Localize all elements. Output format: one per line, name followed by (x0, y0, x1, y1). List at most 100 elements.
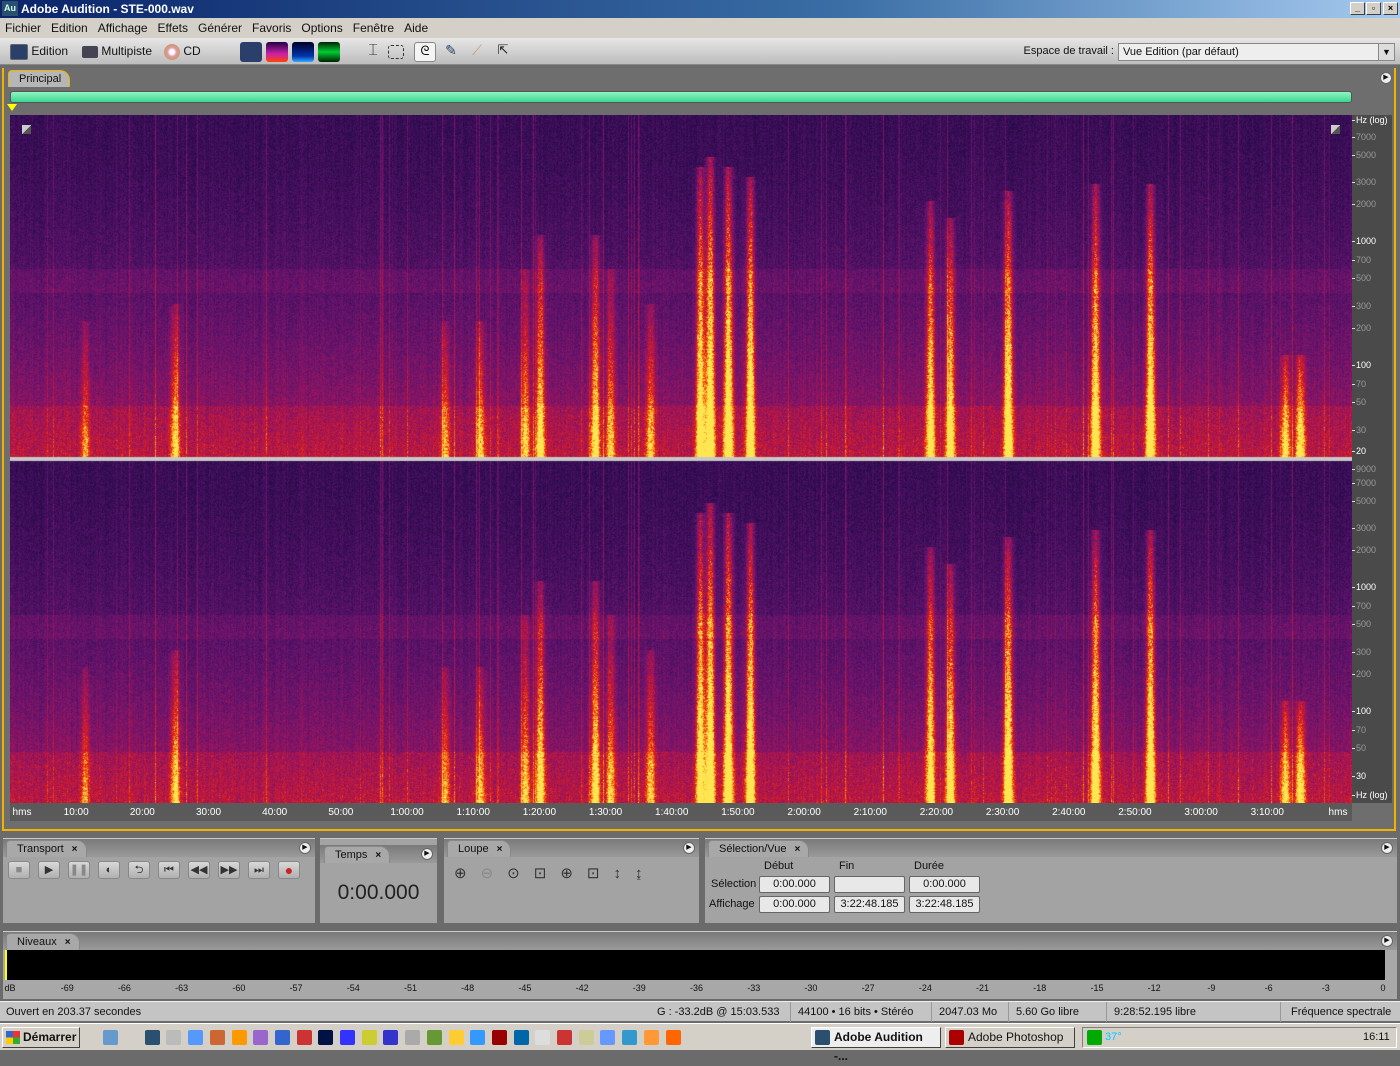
view-end-field[interactable]: 3:22:48.185 (834, 896, 905, 913)
quick-launch-icon[interactable] (448, 1030, 464, 1045)
menu-fichier[interactable]: Fichier (5, 21, 41, 35)
spectral-display-button[interactable] (266, 42, 288, 62)
zoom-out-vertical-icon[interactable]: ↨ (635, 865, 657, 882)
quick-launch-icon[interactable] (231, 1030, 247, 1045)
spectrogram[interactable] (10, 115, 1352, 803)
multipiste-view-button[interactable]: Multipiste (82, 41, 152, 62)
spectral-phase-button[interactable] (318, 42, 340, 62)
menu-favoris[interactable]: Favoris (252, 21, 291, 35)
close-icon[interactable]: × (65, 937, 71, 948)
tab-niveaux[interactable]: Niveaux × (6, 933, 80, 950)
view-start-field[interactable]: 0:00.000 (759, 896, 830, 913)
edition-view-button[interactable]: Edition (10, 41, 68, 62)
selection-duration-field[interactable]: 0:00.000 (909, 876, 980, 893)
tab-loupe[interactable]: Loupe × (447, 840, 512, 857)
scrub-tool-icon[interactable]: ⇱ (492, 42, 514, 62)
quick-launch-icon[interactable] (383, 1030, 399, 1045)
quick-launch-icon[interactable] (103, 1030, 118, 1045)
cd-view-button[interactable]: CD (164, 41, 201, 62)
record-button[interactable]: ● (278, 861, 300, 879)
close-button[interactable]: × (1383, 2, 1398, 15)
zoom-in-horizontal-icon[interactable]: ⊕ (454, 865, 481, 882)
spot-healing-icon[interactable]: ⟋ (466, 42, 488, 62)
quick-launch-icon[interactable] (188, 1030, 204, 1045)
menu-generer[interactable]: Générer (198, 21, 242, 35)
quick-launch-icon[interactable] (535, 1030, 551, 1045)
menu-effets[interactable]: Effets (158, 21, 188, 35)
task-adobe-photoshop[interactable]: Adobe Photoshop (945, 1027, 1075, 1048)
brush-tool-icon[interactable]: ✎ (440, 42, 462, 62)
start-button[interactable]: Démarrer (2, 1027, 80, 1048)
quick-launch-icon[interactable] (274, 1030, 290, 1045)
close-icon[interactable]: × (375, 850, 381, 861)
view-duration-field[interactable]: 3:22:48.185 (909, 896, 980, 913)
quick-launch-icon[interactable] (622, 1030, 638, 1045)
minimize-button[interactable]: _ (1350, 2, 1365, 15)
panel-menu-icon[interactable]: ▶ (683, 842, 695, 854)
menu-aide[interactable]: Aide (404, 21, 428, 35)
maximize-button[interactable]: ▫ (1366, 2, 1381, 15)
menu-options[interactable]: Options (301, 21, 342, 35)
panel-menu-icon[interactable]: ▶ (1381, 935, 1393, 947)
overview-bar[interactable] (10, 91, 1352, 103)
play-from-cursor-button[interactable]: ◐ (98, 861, 120, 879)
rewind-button[interactable]: ◀◀ (188, 861, 210, 879)
playhead-marker[interactable] (7, 104, 17, 111)
quick-launch-icon[interactable] (318, 1030, 334, 1045)
time-selection-tool-icon[interactable]: ⌶ (362, 42, 384, 62)
close-icon[interactable]: × (497, 844, 503, 855)
go-to-start-button[interactable]: ⏮ (158, 861, 180, 879)
quick-launch-icon[interactable] (426, 1030, 442, 1045)
quick-launch-icon[interactable] (513, 1030, 529, 1045)
zoom-corner-icon[interactable] (22, 125, 31, 134)
panel-menu-icon[interactable]: ▶ (421, 848, 433, 860)
zoom-out-horizontal-icon[interactable]: ⊖ (481, 865, 508, 882)
stop-button[interactable]: ■ (8, 861, 30, 879)
tab-temps[interactable]: Temps × (324, 846, 391, 863)
lasso-tool-icon[interactable]: ᘓ (414, 42, 436, 62)
quick-launch-icon[interactable] (253, 1030, 269, 1045)
quick-launch-icon[interactable] (665, 1030, 681, 1045)
panel-menu-icon[interactable]: ▶ (1380, 72, 1392, 84)
zoom-left-icon[interactable]: ⊕ (560, 865, 587, 882)
tab-transport[interactable]: Transport × (6, 840, 87, 857)
quick-launch-icon[interactable] (470, 1030, 486, 1045)
task-adobe-audition[interactable]: Adobe Audition -... (811, 1027, 941, 1063)
workspace-select[interactable]: Vue Edition (par défaut) ▼ (1118, 43, 1395, 61)
tab-principal[interactable]: Principal (8, 70, 71, 87)
tray-app-icon[interactable] (1087, 1030, 1102, 1045)
zoom-selection-icon[interactable]: ⊡ (534, 865, 561, 882)
play-button[interactable]: ▶ (38, 861, 60, 879)
fast-forward-button[interactable]: ▶▶ (218, 861, 240, 879)
panel-menu-icon[interactable]: ▶ (1381, 842, 1393, 854)
menu-fenetre[interactable]: Fenêtre (353, 21, 394, 35)
zoom-out-full-icon[interactable]: ⊙ (507, 865, 534, 882)
quick-launch-icon[interactable] (491, 1030, 507, 1045)
quick-launch-icon[interactable] (643, 1030, 659, 1045)
zoom-corner-icon[interactable] (1331, 125, 1340, 134)
selection-start-field[interactable]: 0:00.000 (759, 876, 830, 893)
loop-button[interactable]: ⮌ (128, 861, 150, 879)
quick-launch-icon[interactable] (557, 1030, 572, 1045)
menu-affichage[interactable]: Affichage (98, 21, 148, 35)
zoom-right-icon[interactable]: ⊡ (587, 865, 614, 882)
close-icon[interactable]: × (72, 844, 78, 855)
quick-launch-icon[interactable] (361, 1030, 377, 1045)
marquee-tool-icon[interactable] (388, 45, 404, 59)
quick-launch-icon[interactable] (296, 1030, 312, 1045)
quick-launch-icon[interactable] (600, 1030, 616, 1045)
quick-launch-icon[interactable] (209, 1030, 225, 1045)
selection-end-field[interactable] (834, 876, 905, 893)
quick-launch-icon[interactable] (405, 1030, 421, 1045)
go-to-end-button[interactable]: ⏭ (248, 861, 270, 879)
quick-launch-icon[interactable] (166, 1030, 182, 1045)
quick-launch-icon[interactable] (578, 1030, 594, 1045)
spectral-pan-button[interactable] (292, 42, 314, 62)
quick-launch-icon[interactable] (144, 1030, 160, 1045)
close-icon[interactable]: × (794, 844, 800, 855)
waveform-display-button[interactable] (240, 42, 262, 62)
panel-menu-icon[interactable]: ▶ (299, 842, 311, 854)
zoom-in-vertical-icon[interactable]: ↕ (613, 865, 635, 882)
quick-launch-icon[interactable] (340, 1030, 355, 1045)
tab-selection-vue[interactable]: Sélection/Vue × (708, 840, 810, 857)
